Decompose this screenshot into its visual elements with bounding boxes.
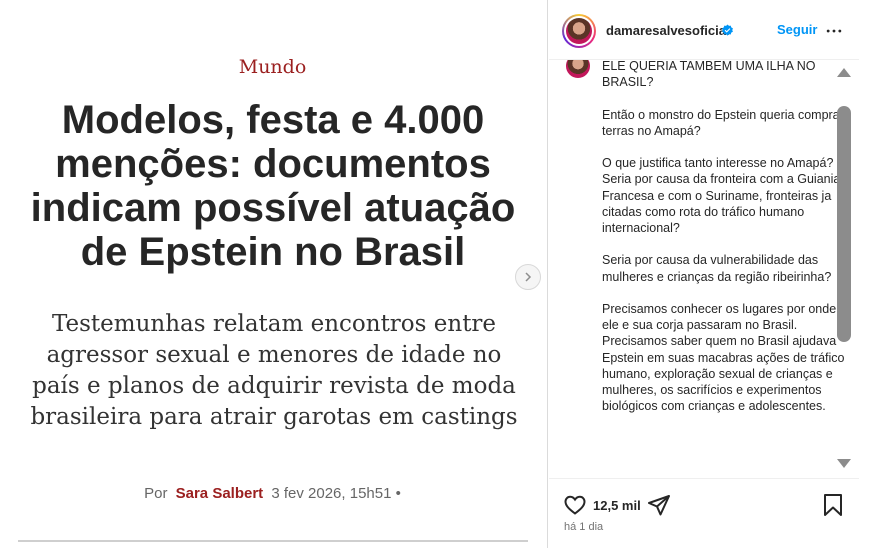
save-button[interactable] xyxy=(822,493,844,517)
article-byline: Por Sara Salbert 3 fev 2026, 15h51 • xyxy=(0,485,545,502)
caption-paragraph: O que justifica tanto interesse no Amapá… xyxy=(602,156,841,235)
scroll-up-arrow-icon[interactable] xyxy=(836,66,852,78)
caption-text: ELE QUERIA TAMBEM UMA ILHA NO BRASIL? En… xyxy=(602,60,852,431)
next-image-button[interactable] xyxy=(515,264,541,290)
like-button[interactable] xyxy=(563,493,587,517)
article-date: 3 fev 2026, 15h51 • xyxy=(271,485,401,502)
caption-avatar[interactable] xyxy=(564,60,592,80)
caption-paragraph: ELE QUERIA TAMBEM UMA ILHA NO BRASIL? xyxy=(602,60,816,90)
article-author: Sara Salbert xyxy=(175,485,264,502)
more-options-button[interactable] xyxy=(824,21,844,41)
post-actions: 12,5 mil há 1 dia xyxy=(549,478,859,548)
more-options-icon xyxy=(826,29,842,33)
heart-icon xyxy=(564,495,586,515)
post-header: damaresalvesoficial Seguir xyxy=(549,0,859,60)
username-link[interactable]: damaresalvesoficial xyxy=(606,23,730,38)
follow-button[interactable]: Seguir xyxy=(777,22,817,37)
article-section: Mundo xyxy=(238,56,307,78)
caption-scroll-area[interactable]: ELE QUERIA TAMBEM UMA ILHA NO BRASIL? En… xyxy=(549,60,859,478)
share-icon xyxy=(648,495,670,516)
scroll-down-arrow-icon[interactable] xyxy=(836,458,852,470)
post-sidebar: damaresalvesoficial Seguir ELE QUERIA TA… xyxy=(549,0,887,548)
like-count[interactable]: 12,5 mil xyxy=(593,498,641,513)
article-subhead: Testemunhas relatam encontros entre agre… xyxy=(30,311,518,430)
verified-badge-icon xyxy=(722,24,733,36)
caption-paragraph: Então o monstro do Epstein queria compra… xyxy=(602,107,844,138)
bookmark-icon xyxy=(824,494,842,516)
article-headline: Modelos, festa e 4.000 menções: document… xyxy=(30,98,516,274)
caption-paragraph: Precisamos conhecer os lugares por onde … xyxy=(602,301,845,414)
chevron-right-icon xyxy=(525,272,532,282)
post-image: Mundo Modelos, festa e 4.000 menções: do… xyxy=(0,0,548,548)
caption-paragraph: Seria por causa da vulnerabilidade das m… xyxy=(602,253,832,284)
scrollbar[interactable] xyxy=(836,66,852,470)
post-timestamp[interactable]: há 1 dia xyxy=(564,521,603,533)
divider xyxy=(18,540,528,542)
byline-prefix: Por xyxy=(144,485,168,502)
avatar[interactable] xyxy=(562,14,596,48)
share-button[interactable] xyxy=(647,493,671,517)
scrollbar-thumb[interactable] xyxy=(837,106,851,342)
